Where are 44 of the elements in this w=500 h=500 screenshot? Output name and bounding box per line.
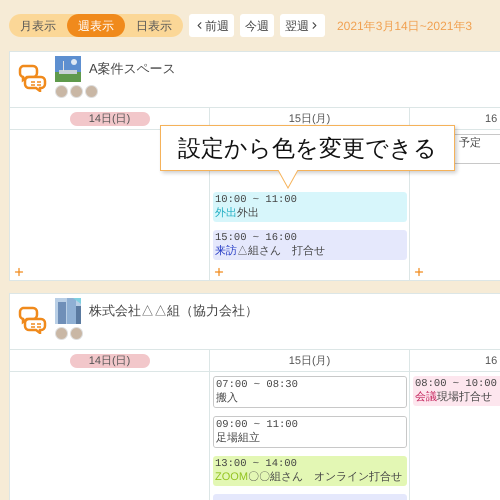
day-header: 16 bbox=[485, 354, 498, 368]
event-time: 09:00 ~ 11:00 bbox=[216, 419, 299, 432]
event-time: 10:00 ~ 11:00 bbox=[215, 194, 298, 207]
event-card[interactable]: 13:00 ~ 14:00 ZOOM〇〇組さん オンライン打合せ bbox=[213, 456, 407, 486]
event-time: 15:00 ~ 16:00 bbox=[215, 232, 298, 244]
view-tab[interactable]: 日表示 bbox=[125, 14, 183, 37]
event-title: 外出外出 bbox=[215, 207, 259, 220]
tooltip-pointer-icon bbox=[278, 170, 298, 189]
week-nav-button[interactable]: 今週 bbox=[240, 14, 274, 37]
event-time: 07:00 ~ 08:30 bbox=[216, 379, 299, 392]
event-title: 来訪△組さん 打合せ bbox=[215, 245, 325, 258]
day-header: 15日(月) bbox=[288, 112, 330, 126]
day-header: 15日(月) bbox=[288, 354, 330, 368]
day-header: 14日(日) bbox=[70, 112, 150, 126]
event-title: 予定 bbox=[459, 137, 481, 150]
member-avatar[interactable] bbox=[70, 327, 83, 340]
event-title: ZOOM〇〇組さん オンライン打合せ bbox=[215, 471, 402, 484]
event-card[interactable]: 10:00 ~ 11:00 外出外出 bbox=[213, 192, 407, 222]
add-icon[interactable] bbox=[413, 266, 425, 278]
space-name: 株式会社△△組（協力会社） bbox=[89, 302, 258, 320]
event-time: 08:00 ~ 10:00 bbox=[415, 378, 498, 390]
add-icon[interactable] bbox=[213, 266, 225, 278]
space-name: A案件スペース bbox=[89, 60, 176, 78]
chat-bubbles-icon bbox=[17, 304, 47, 334]
week-nav-button[interactable]: 翌週 bbox=[280, 14, 325, 37]
chat-bubbles-icon bbox=[17, 62, 47, 92]
event-card[interactable]: 07:00 ~ 08:30 搬入 bbox=[213, 376, 407, 408]
member-avatar[interactable] bbox=[55, 327, 68, 340]
date-range: 2021年3月14日~2021年3 bbox=[337, 18, 472, 34]
member-avatar[interactable] bbox=[70, 85, 83, 98]
day-header: 14日(日) bbox=[70, 354, 150, 368]
event-card[interactable]: 08:00 ~ 10:00 会議現場打合せ bbox=[413, 376, 500, 406]
week-nav-button[interactable]: 前週 bbox=[189, 14, 234, 37]
event-time: 13:00 ~ 14:00 bbox=[215, 458, 298, 471]
event-title: 会議現場打合せ bbox=[415, 391, 492, 404]
view-tab[interactable]: 月表示 bbox=[9, 14, 67, 37]
event-card[interactable]: 09:00 ~ 11:00 足場組立 bbox=[213, 416, 407, 448]
member-avatar[interactable] bbox=[55, 85, 68, 98]
event-card[interactable]: 15:00 ~ 16:00 来訪△組さん 打合せ bbox=[213, 230, 407, 260]
member-avatar[interactable] bbox=[85, 85, 98, 98]
day-header: 16 bbox=[485, 112, 498, 126]
add-icon[interactable] bbox=[13, 266, 25, 278]
event-title: 足場組立 bbox=[216, 432, 260, 445]
event-title: 搬入 bbox=[216, 392, 238, 405]
